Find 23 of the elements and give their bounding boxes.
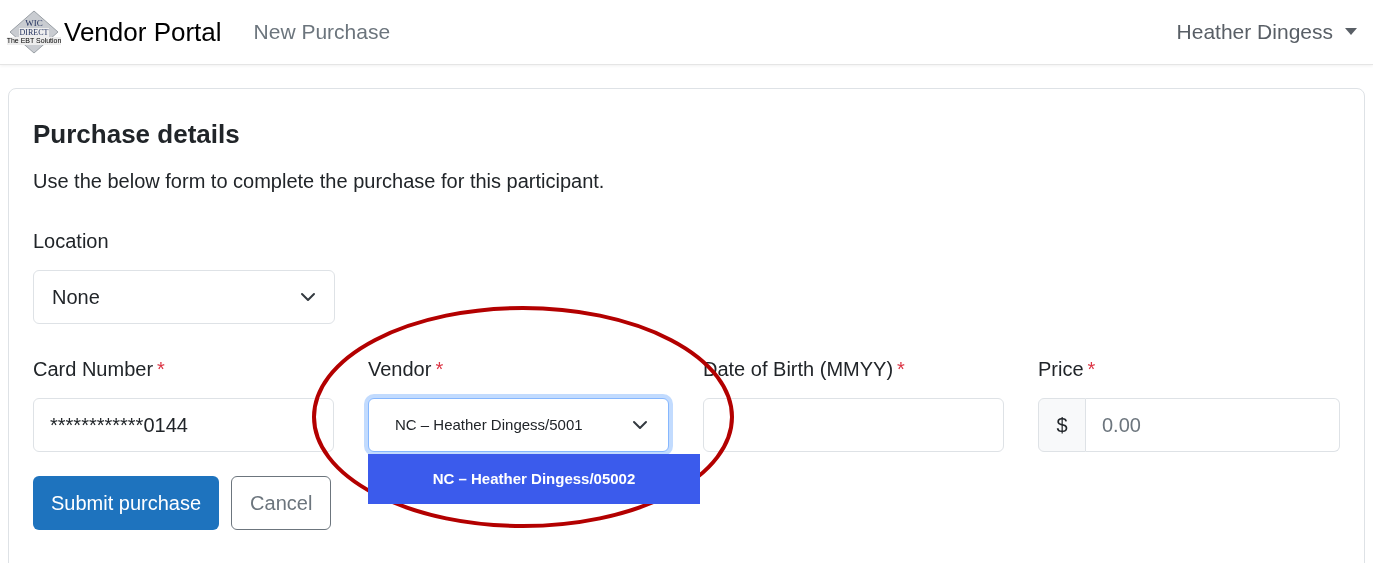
price-field[interactable]: 0.00 (1086, 398, 1340, 452)
card-description: Use the below form to complete the purchase for this participant. (33, 169, 606, 194)
required-mark: * (435, 357, 444, 382)
submit-button[interactable]: Submit purchase (33, 476, 220, 530)
field-label: Price (1038, 357, 1084, 382)
card-title: Purchase details (33, 118, 241, 151)
user-menu[interactable]: Heather Dingess (1176, 16, 1357, 48)
dropdown-option[interactable]: NC – Heather Dingess/05002 (368, 454, 700, 504)
location-select[interactable]: None (33, 270, 335, 324)
caret-down-icon (1345, 28, 1357, 36)
required-mark: * (897, 357, 905, 382)
brand-name[interactable]: Vendor Portal (64, 12, 222, 52)
currency-addon: $ (1038, 398, 1086, 452)
required-mark: * (1087, 357, 1096, 382)
field-label: Card Number (33, 357, 154, 382)
text-field[interactable] (703, 398, 1004, 452)
vendor-select[interactable]: NC – Heather Dingess/5001 (368, 398, 669, 452)
cancel-button[interactable]: Cancel (231, 476, 332, 530)
required-mark: * (157, 357, 165, 382)
field-label: Location (33, 229, 110, 254)
text-field[interactable]: ************0144 (33, 398, 334, 452)
nav-link[interactable]: New Purchase (253, 16, 391, 48)
field-label: Vendor (368, 357, 432, 382)
